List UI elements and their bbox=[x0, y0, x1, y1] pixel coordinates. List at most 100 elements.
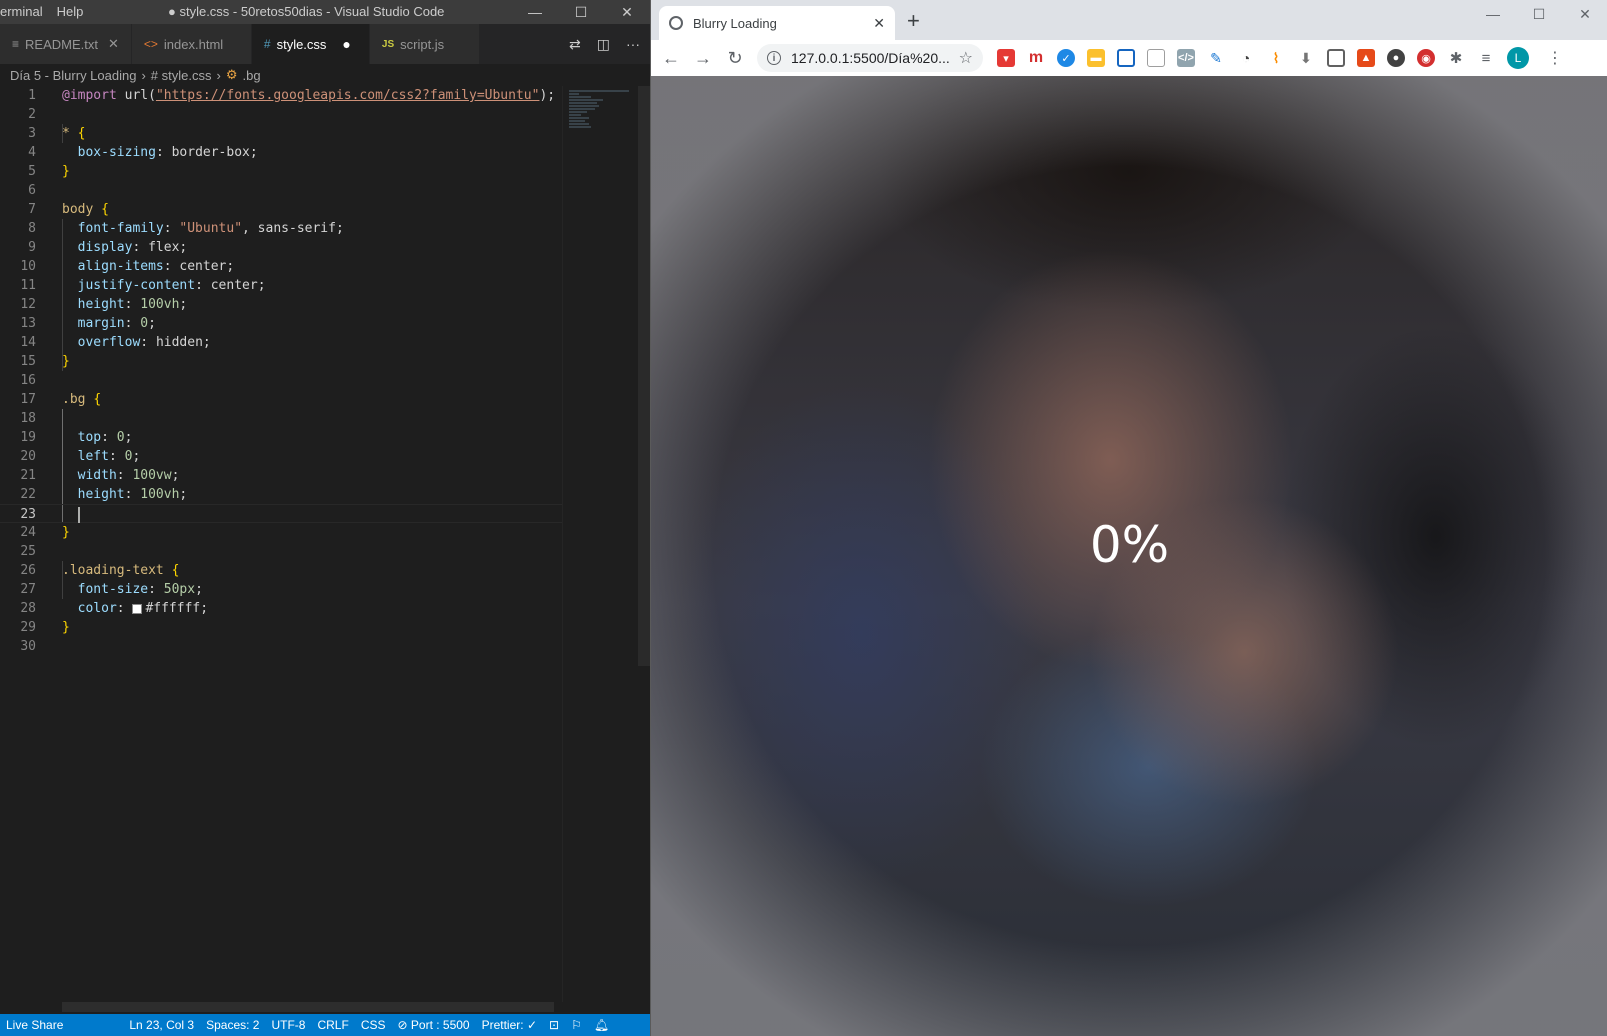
reading-list-icon[interactable]: ≡ bbox=[1477, 49, 1495, 67]
breadcrumb-folder[interactable]: Día 5 - Blurry Loading bbox=[10, 68, 136, 83]
code-ext-icon[interactable]: </> bbox=[1177, 49, 1195, 67]
keep-ext-icon[interactable]: ▬ bbox=[1087, 49, 1105, 67]
info-icon[interactable]: i bbox=[767, 51, 781, 65]
browser-window: Blurry Loading ✕ + — ☐ ✕ ← → ↻ i 127.0.0… bbox=[650, 0, 1607, 1036]
code-line[interactable]: 9 display: flex; bbox=[0, 238, 562, 257]
indentation[interactable]: Spaces: 2 bbox=[206, 1018, 259, 1032]
tab-style-css[interactable]: # style.css ● bbox=[251, 24, 370, 64]
code-line[interactable]: 7 body { bbox=[0, 200, 562, 219]
code-line[interactable]: 13 margin: 0; bbox=[0, 314, 562, 333]
encoding[interactable]: UTF-8 bbox=[271, 1018, 305, 1032]
code-line[interactable]: 16 bbox=[0, 371, 562, 390]
rss-ext-icon[interactable]: ⌇ bbox=[1267, 49, 1285, 67]
vscode-window: erminal Help ● style.css - 50retos50dias… bbox=[0, 0, 650, 1036]
terminal-icon[interactable]: ⊡ bbox=[549, 1018, 559, 1032]
code-line[interactable]: 27 font-size: 50px; bbox=[0, 580, 562, 599]
code-line[interactable]: 17 .bg { bbox=[0, 390, 562, 409]
screenshot-ext-icon[interactable] bbox=[1117, 49, 1135, 67]
code-line[interactable]: 4 box-sizing: border-box; bbox=[0, 143, 562, 162]
document-ext-icon[interactable] bbox=[1147, 49, 1165, 67]
code-line[interactable]: 18 bbox=[0, 409, 562, 428]
glasses-ext-icon[interactable]: ● bbox=[1387, 49, 1405, 67]
code-line[interactable]: 14 overflow: hidden; bbox=[0, 333, 562, 352]
minimize-icon[interactable]: — bbox=[512, 0, 558, 24]
download-ext-icon[interactable]: ⬇ bbox=[1297, 49, 1315, 67]
new-tab-button[interactable]: + bbox=[907, 8, 920, 34]
notifications-icon[interactable]: 🔔︎ bbox=[594, 1018, 609, 1032]
minimap-line bbox=[569, 99, 603, 101]
ublock-ext-icon[interactable]: ◉ bbox=[1417, 49, 1435, 67]
code-line[interactable]: 29} bbox=[0, 618, 562, 637]
live-share-button[interactable]: Live Share bbox=[6, 1018, 63, 1032]
tab-script-js[interactable]: JS script.js bbox=[369, 24, 480, 64]
maximize-icon[interactable]: ☐ bbox=[558, 0, 604, 24]
source-control-icon[interactable]: ⇄ bbox=[569, 36, 581, 53]
code-line[interactable]: 20 left: 0; bbox=[0, 447, 562, 466]
line-ending[interactable]: CRLF bbox=[317, 1018, 348, 1032]
color-swatch[interactable] bbox=[132, 603, 143, 614]
speed-ext-icon[interactable]: ◔ bbox=[1237, 49, 1255, 67]
code-line[interactable]: 2 bbox=[0, 105, 562, 124]
menu-help[interactable]: Help bbox=[57, 4, 84, 19]
code-text: body { bbox=[62, 202, 109, 217]
prettier-status[interactable]: Prettier: ✓ bbox=[482, 1018, 537, 1032]
back-icon[interactable]: ← bbox=[655, 48, 687, 69]
code-line[interactable]: 28 color: #ffffff; bbox=[0, 599, 562, 618]
address-bar[interactable]: i 127.0.0.1:5500/Día%20... ☆ bbox=[757, 44, 983, 72]
code-line[interactable]: 15} bbox=[0, 352, 562, 371]
code-line[interactable]: 22 height: 100vh; bbox=[0, 485, 562, 504]
feedback-icon[interactable]: ⚐ bbox=[571, 1018, 582, 1032]
live-server-port[interactable]: ⊘ Port : 5500 bbox=[398, 1018, 470, 1032]
capture-ext-icon[interactable] bbox=[1327, 49, 1345, 67]
code-line[interactable]: 30 bbox=[0, 637, 562, 656]
forward-icon[interactable]: → bbox=[687, 48, 719, 69]
close-icon[interactable]: ✕ bbox=[604, 0, 650, 24]
code-line[interactable]: 5} bbox=[0, 162, 562, 181]
vertical-scrollbar[interactable] bbox=[638, 86, 650, 666]
window-controls: — ☐ ✕ bbox=[512, 0, 650, 24]
avatar[interactable]: L bbox=[1507, 47, 1529, 69]
code-line[interactable]: 10 align-items: center; bbox=[0, 257, 562, 276]
maximize-icon[interactable]: ☐ bbox=[1516, 0, 1562, 28]
unsaved-dot-icon[interactable]: ● bbox=[342, 36, 350, 52]
tab-index-html[interactable]: <> index.html bbox=[131, 24, 252, 64]
pocket-ext-icon[interactable]: ▾ bbox=[997, 49, 1015, 67]
check-ext-icon[interactable]: ✓ bbox=[1057, 49, 1075, 67]
code-line[interactable]: 21 width: 100vw; bbox=[0, 466, 562, 485]
menu-terminal[interactable]: erminal bbox=[0, 4, 43, 19]
code-line[interactable]: 19 top: 0; bbox=[0, 428, 562, 447]
breadcrumb-symbol[interactable]: .bg bbox=[242, 68, 260, 83]
minimap[interactable] bbox=[562, 86, 640, 1002]
split-editor-icon[interactable]: ◫ bbox=[597, 36, 610, 53]
breadcrumb-file[interactable]: # style.css bbox=[151, 68, 212, 83]
close-icon[interactable]: ✕ bbox=[108, 36, 119, 52]
reload-icon[interactable]: ↻ bbox=[719, 48, 751, 69]
horizontal-scrollbar[interactable] bbox=[62, 1002, 554, 1012]
menu-icon[interactable]: ⋮ bbox=[1547, 48, 1563, 68]
minimize-icon[interactable]: — bbox=[1470, 0, 1516, 28]
code-line[interactable]: 1 @import url("https://fonts.googleapis.c… bbox=[0, 86, 562, 105]
code-line[interactable]: 6 bbox=[0, 181, 562, 200]
code-line[interactable]: 8 font-family: "Ubuntu", sans-serif; bbox=[0, 219, 562, 238]
close-icon[interactable]: ✕ bbox=[873, 15, 885, 32]
code-line[interactable]: 23 bbox=[0, 504, 562, 523]
code-line[interactable]: 26 .loading-text { bbox=[0, 561, 562, 580]
more-icon[interactable]: ··· bbox=[626, 36, 640, 52]
extensions-icon[interactable]: ✱ bbox=[1447, 49, 1465, 67]
code-line[interactable]: 25 bbox=[0, 542, 562, 561]
tab-readme[interactable]: ≡ README.txt ✕ bbox=[0, 24, 132, 64]
cursor-position[interactable]: Ln 23, Col 3 bbox=[129, 1018, 194, 1032]
code-line[interactable]: 11 justify-content: center; bbox=[0, 276, 562, 295]
code-text: font-size: 50px; bbox=[77, 582, 203, 597]
code-line[interactable]: 24} bbox=[0, 523, 562, 542]
language-mode[interactable]: CSS bbox=[361, 1018, 386, 1032]
code-line[interactable]: 12 height: 100vh; bbox=[0, 295, 562, 314]
lock-ext-icon[interactable]: ▲ bbox=[1357, 49, 1375, 67]
browser-tab[interactable]: Blurry Loading ✕ bbox=[659, 6, 895, 40]
close-icon[interactable]: ✕ bbox=[1562, 0, 1607, 28]
mendeley-ext-icon[interactable]: m bbox=[1027, 49, 1045, 67]
code-line[interactable]: 3 * { bbox=[0, 124, 562, 143]
star-icon[interactable]: ☆ bbox=[959, 48, 973, 68]
feather-ext-icon[interactable]: ✎ bbox=[1207, 49, 1225, 67]
code-editor[interactable]: 1 @import url("https://fonts.googleapis.c… bbox=[0, 86, 562, 1002]
